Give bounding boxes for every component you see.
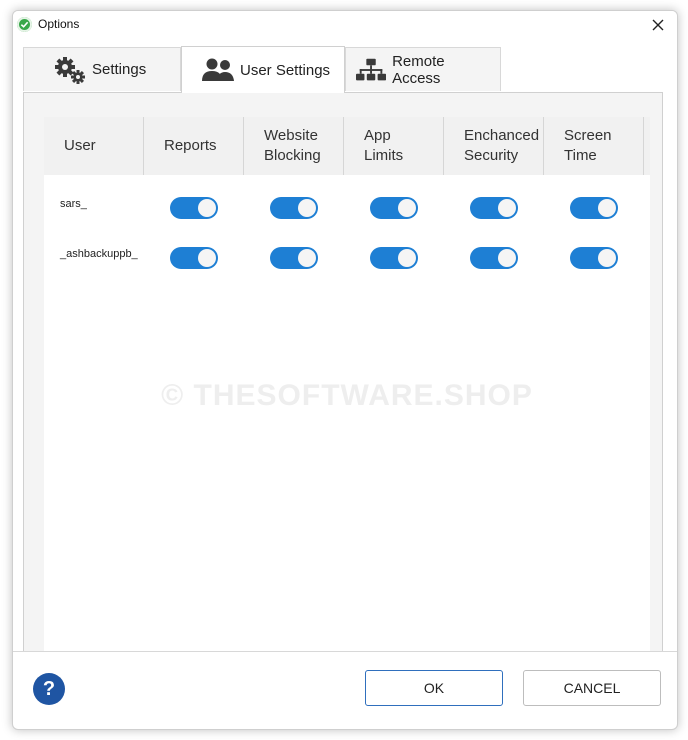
tab-user-settings-label: User Settings — [240, 61, 331, 79]
network-icon — [356, 58, 387, 80]
tab-strip: Settings User Settings Remote Access — [23, 46, 663, 93]
tab-settings-label: Settings — [92, 61, 147, 78]
user-name: sars_ — [60, 198, 87, 210]
user-settings-panel: User Reports Website Blocking App Limits… — [23, 92, 663, 653]
toggle-screen-time[interactable] — [570, 197, 618, 219]
toggle-app-limits[interactable] — [370, 197, 418, 219]
column-header-user: User — [44, 117, 144, 175]
column-header-website-blocking: Website Blocking — [244, 117, 344, 175]
users-icon — [202, 58, 234, 81]
footer-divider — [13, 651, 677, 652]
toggle-screen-time[interactable] — [570, 247, 618, 269]
user-settings-table: User Reports Website Blocking App Limits… — [44, 117, 650, 653]
title-bar: Options — [13, 11, 677, 39]
help-icon: ? — [42, 677, 56, 700]
user-name: _ashbackuppb_ — [60, 248, 138, 260]
table-header: User Reports Website Blocking App Limits… — [44, 117, 650, 175]
cancel-button[interactable]: CANCEL — [523, 670, 661, 706]
toggle-website-blocking[interactable] — [270, 247, 318, 269]
shield-check-icon — [17, 17, 32, 32]
toggle-enhanced-security[interactable] — [470, 247, 518, 269]
toggle-enhanced-security[interactable] — [470, 197, 518, 219]
column-header-screen-time: Screen Time — [544, 117, 644, 175]
watermark: © THESOFTWARE.SHOP — [161, 379, 533, 412]
window-title: Options — [38, 17, 80, 31]
column-header-reports: Reports — [144, 117, 244, 175]
tab-remote-access-label: Remote Access — [392, 52, 445, 87]
toggle-reports[interactable] — [170, 247, 218, 269]
toggle-website-blocking[interactable] — [270, 197, 318, 219]
help-button[interactable]: ? — [33, 673, 65, 705]
tab-remote-access[interactable]: Remote Access — [345, 47, 501, 91]
column-header-enhanced-security: Enchanced Security — [444, 117, 544, 175]
toggle-app-limits[interactable] — [370, 247, 418, 269]
gears-icon — [55, 56, 85, 84]
ok-button[interactable]: OK — [365, 670, 503, 706]
close-button[interactable] — [647, 14, 669, 36]
toggle-reports[interactable] — [170, 197, 218, 219]
close-icon — [652, 19, 664, 31]
tab-user-settings[interactable]: User Settings — [181, 46, 345, 93]
tab-settings[interactable]: Settings — [23, 47, 181, 91]
column-header-app-limits: App Limits — [344, 117, 444, 175]
options-dialog: Options Settings User Settings Remote Ac… — [12, 10, 678, 730]
